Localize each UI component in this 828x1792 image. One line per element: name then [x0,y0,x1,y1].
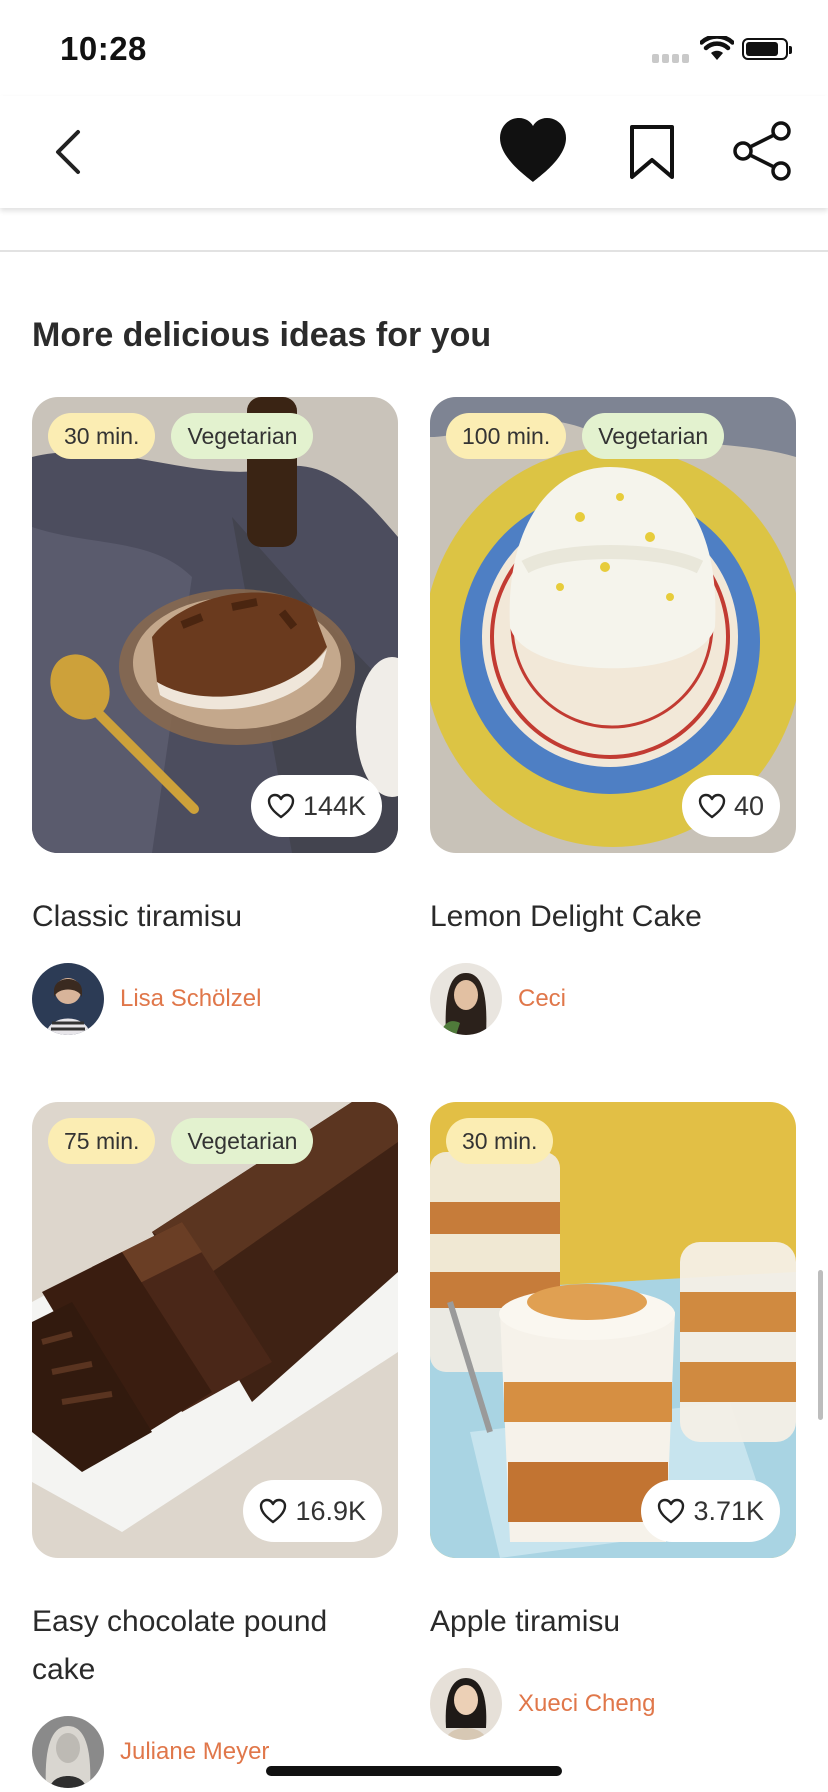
recipe-author[interactable]: Juliane Meyer [32,1716,398,1788]
scrollbar[interactable] [818,1270,823,1420]
section-title: More delicious ideas for you [32,316,492,354]
author-avatar [430,1668,502,1740]
author-avatar [32,963,104,1035]
cellular-signal-icon [652,54,690,64]
author-avatar [430,963,502,1035]
recipe-card[interactable]: 75 min. Vegetarian 16.9K Easy chocolate … [32,1102,398,1788]
recipe-tags: 30 min. [446,1118,554,1164]
recipe-image[interactable]: 75 min. Vegetarian 16.9K [32,1102,398,1558]
cooking-time-tag: 30 min. [48,413,156,459]
cooking-time-tag: 75 min. [48,1118,156,1164]
recipe-tags: 100 min. Vegetarian [446,413,725,459]
recipe-card[interactable]: 100 min. Vegetarian 40 Lemon Delight Cak… [430,397,796,1035]
like-button[interactable]: 3.71K [641,1480,780,1542]
like-count: 144K [302,790,366,821]
recipe-title[interactable]: Lemon Delight Cake [430,893,796,941]
heart-outline-icon [658,1498,685,1524]
recipe-author[interactable]: Xueci Cheng [430,1668,796,1740]
recipe-image[interactable]: 30 min. 3.71K [430,1102,796,1558]
heart-outline-icon [260,1498,287,1524]
recipe-title[interactable]: Classic tiramisu [32,893,398,941]
heart-filled-icon[interactable] [496,116,570,186]
author-avatar [32,1716,104,1788]
back-chevron-icon[interactable] [44,126,92,178]
recipe-image[interactable]: 100 min. Vegetarian 40 [430,397,796,853]
recipe-author[interactable]: Ceci [430,963,796,1035]
like-button[interactable]: 16.9K [243,1480,382,1542]
vegetarian-tag: Vegetarian [582,413,725,459]
cooking-time-tag: 100 min. [446,413,567,459]
recipe-card[interactable]: 30 min. 3.71K Apple tiramisu Xueci Cheng [430,1102,796,1740]
recipe-author[interactable]: Lisa Schölzel [32,963,398,1035]
like-button[interactable]: 40 [681,775,780,837]
share-icon[interactable] [732,120,794,182]
recipe-title[interactable]: Easy chocolate pound cake [32,1598,398,1694]
wifi-icon [700,36,734,60]
section-divider [0,250,828,252]
bookmark-icon[interactable] [624,124,680,180]
author-name: Lisa Schölzel [120,985,262,1012]
like-button[interactable]: 144K [250,775,382,837]
vegetarian-tag: Vegetarian [171,413,314,459]
home-indicator[interactable] [266,1766,562,1776]
like-count: 16.9K [295,1495,366,1526]
recipe-tags: 75 min. Vegetarian [48,1118,314,1164]
recipe-card[interactable]: 30 min. Vegetarian 144K Classic tiramisu… [32,397,398,1035]
battery-icon [742,38,792,60]
app-header [0,96,828,208]
heart-outline-icon [267,793,295,819]
recipe-title[interactable]: Apple tiramisu [430,1598,796,1646]
author-name: Ceci [518,985,567,1012]
heart-outline-icon [698,793,726,819]
recipe-image[interactable]: 30 min. Vegetarian 144K [32,397,398,853]
author-name: Xueci Cheng [518,1690,656,1717]
author-name: Juliane Meyer [120,1738,270,1765]
status-bar: 10:28 [0,0,828,96]
like-count: 3.71K [693,1495,764,1526]
recipe-tags: 30 min. Vegetarian [48,413,314,459]
cooking-time-tag: 30 min. [446,1118,554,1164]
status-time: 10:28 [60,30,147,67]
like-count: 40 [733,790,764,821]
vegetarian-tag: Vegetarian [171,1118,314,1164]
